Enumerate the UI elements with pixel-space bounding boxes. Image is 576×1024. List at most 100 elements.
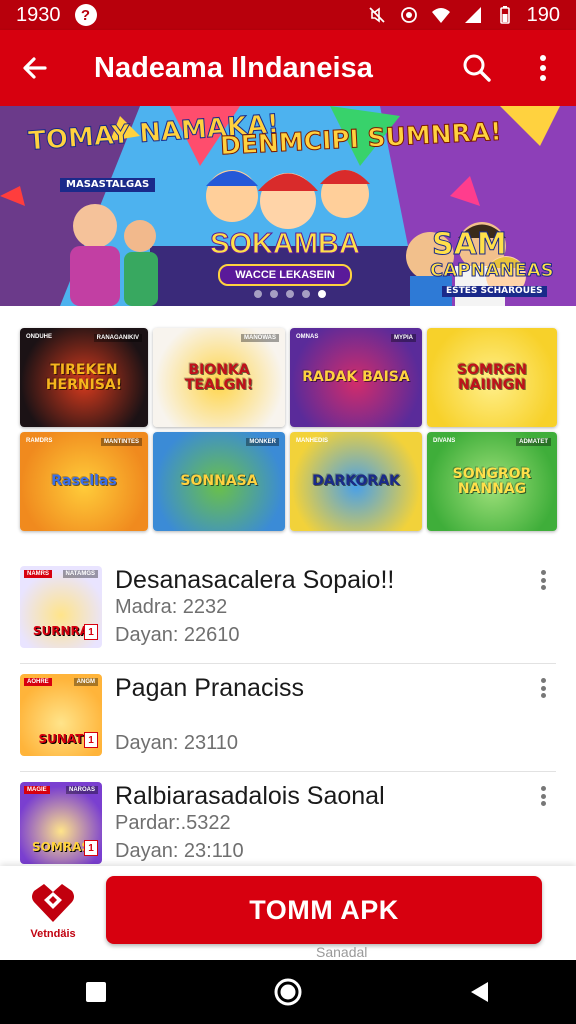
status-left: 1930 ? [16,4,97,27]
system-nav-bar [0,960,576,1024]
list-item-title: Desanasacalera Sopaio!! [115,566,395,594]
banner-right-subtitle: CAPNANEAS [430,260,555,281]
more-vertical-icon[interactable] [534,784,552,808]
tile-title: RADAK BAISA [302,369,410,386]
banner-logo: SOKAMBA WACCE LEKASEIN [200,228,370,290]
app-tile[interactable]: OMNAS MYPIA RADAK BAISA [290,328,422,427]
thumb-rating-badge: 1 [84,732,98,748]
notification-badge: ? [74,4,97,26]
thumb-tag-right: ANGM [73,678,98,686]
thumb-rating-badge: 1 [84,840,98,856]
tile-tag-right: RANAGANIKIV [93,334,142,342]
tile-tag: ONDUHE [26,334,53,340]
peek-list-text: Sanadal [316,944,368,960]
list-item[interactable]: MAGIE NAROAS SOMRAS 1 Ralbiarasadalois Saona… [20,772,556,880]
app-tile[interactable]: RAMDRS MANTINTES Rasellas [20,432,148,531]
tile-title: SONNASA [180,473,258,490]
app-tile[interactable]: MONKER SONNASA [153,432,285,531]
tile-title: SONGROR NANNAG [452,465,532,497]
brand-logo[interactable]: Vetndäis [18,882,88,948]
featured-banner[interactable]: TOMAY NAMAKA! MASASTALGAS DENMCIPI SUMNR… [0,106,576,306]
recents-button[interactable] [66,960,126,1024]
carousel-indicator [254,290,326,298]
thumb-tag-right: NATAMGS [62,570,98,578]
list-item-thumbnail: AOHRE ANGM SUNAT 1 [20,674,102,756]
more-vertical-icon [540,55,546,81]
app-tile[interactable]: ONDUHE RANAGANIKIV TIREKEN HERNISA! [20,328,148,427]
tile-tag-right: MONKER [246,438,279,446]
list-item-thumbnail: MAGIE NAROAS SOMRAS 1 [20,782,102,864]
thumb-tag-right: NAROAS [65,786,98,794]
list-item-title: Ralbiarasadalois Saonal [115,782,385,810]
tile-title: TIREKEN HERNISA! [45,361,123,393]
target-icon [400,7,417,23]
brand-heart-icon [32,884,74,922]
carousel-dot[interactable] [302,290,310,298]
carousel-dot[interactable] [254,290,262,298]
overflow-menu-button[interactable] [510,30,576,106]
brand-label: Vetndäis [30,928,76,940]
app-grid: ONDUHE RANAGANIKIV TIREKEN HERNISA! MANOWAS… [20,328,557,531]
banner-right-title: SAM [432,227,508,262]
signal-icon [464,7,481,23]
app-tile[interactable]: DIVANS ADMATET SONGROR NANNAG [427,432,557,531]
home-button[interactable] [258,960,318,1024]
tile-title: DARKORAK [312,473,400,490]
tile-tag: MANHEDIS [296,438,329,444]
search-button[interactable] [444,30,510,106]
tile-title: SOMRGN NAIINGN [457,361,527,393]
banner-right-tag: ESTES SCHAROUES [442,286,547,297]
tile-tag-right: MANTINTES [101,438,142,446]
tile-tag: RAMDRS [26,438,53,444]
list-item-thumbnail: NAMRS NATAMGS SURNRA 1 [20,566,102,648]
bottom-action-bar: Vetndäis TOMM APK Sanadal [0,866,576,960]
tile-tag: DIVANS [433,438,456,444]
list-item-meta: Madra: 2232 [115,596,228,618]
circle-home-icon [274,978,302,1006]
list-item-title: Pagan Pranaciss [115,674,305,702]
list-item-date: Dayan: 22610 [115,624,240,646]
status-battery-level: 190 [526,3,560,26]
banner-logo-subtitle: WACCE LEKASEIN [218,264,352,286]
carousel-dot[interactable] [270,290,278,298]
arrow-left-icon [23,57,47,79]
tile-tag-right: MYPIA [390,334,416,342]
list-item[interactable]: NAMRS NATAMGS SURNRA 1 Desanasacalera Sopaio… [20,556,556,664]
thumb-tag: NAMRS [24,570,52,578]
list-item-date: Dayan: 23:110 [115,840,244,862]
thumb-tag: MAGIE [24,786,50,794]
thumb-rating-badge: 1 [84,624,98,640]
tile-title: BIONKA TEALGN! [184,361,254,393]
banner-left-subtitle: MASASTALGAS [60,178,156,192]
banner-logo-title: SOKAMBA [210,228,361,261]
list-item[interactable]: AOHRE ANGM SUNAT 1 Pagan Pranaciss Dayan: 231… [20,664,556,772]
battery-icon [499,6,510,24]
mute-icon [368,7,385,23]
app-title: Nadeama Ilndaneisa [94,51,373,84]
app-list: NAMRS NATAMGS SURNRA 1 Desanasacalera Sopaio… [20,556,556,880]
square-recents-icon [86,982,106,1002]
app-bar: Nadeama Ilndaneisa [0,30,576,106]
carousel-dot[interactable] [286,290,294,298]
status-time: 1930 [16,3,61,26]
more-vertical-icon[interactable] [534,676,552,700]
tile-tag-right: ADMATET [516,438,551,446]
list-item-date: Dayan: 23110 [115,732,239,754]
app-tile[interactable]: MANHEDIS DARKORAK [290,432,422,531]
status-bar: 1930 ? 190 [0,0,576,30]
carousel-dot[interactable] [318,290,326,298]
app-tile[interactable]: SOMRGN NAIINGN [427,328,557,427]
thumb-tag: AOHRE [24,678,52,686]
tile-tag: OMNAS [296,334,319,340]
more-vertical-icon[interactable] [534,568,552,592]
triangle-back-icon [471,982,488,1002]
tile-tag-right: MANOWAS [241,334,279,342]
back-button[interactable] [0,30,70,106]
download-apk-button[interactable]: TOMM APK [106,876,542,944]
list-item-meta: Pardar:.5322 [115,812,231,834]
app-tile[interactable]: MANOWAS BIONKA TEALGN! [153,328,285,427]
search-icon [463,54,491,82]
status-right: 190 [367,4,560,27]
nav-back-button[interactable] [450,960,510,1024]
wifi-icon [431,8,450,23]
